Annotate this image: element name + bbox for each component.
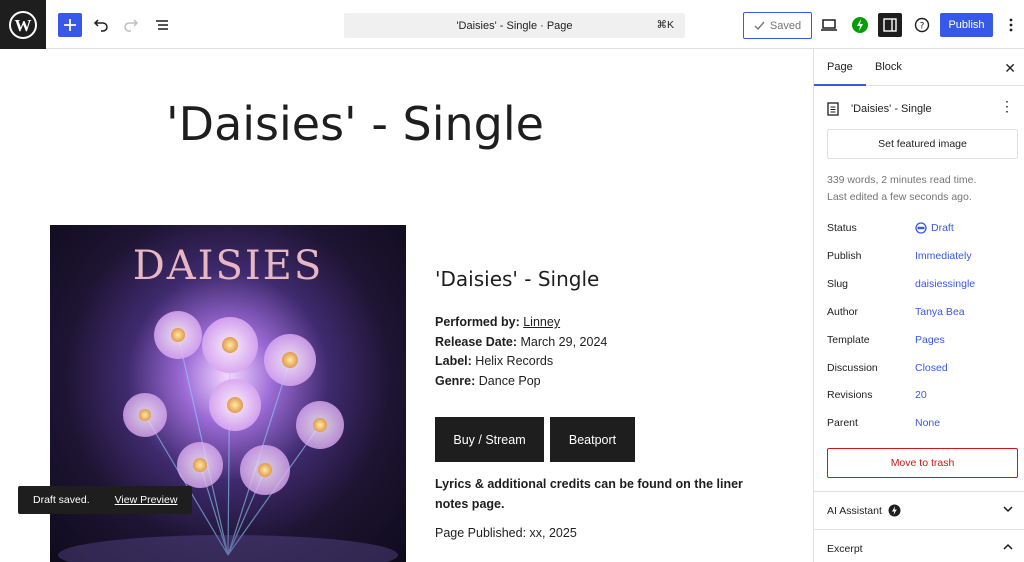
sidebar-tabs: Page Block ✕ bbox=[814, 49, 1024, 86]
release-heading[interactable]: 'Daisies' - Single bbox=[435, 267, 755, 291]
saved-label: Saved bbox=[769, 19, 802, 32]
button-group: Buy / Stream Beatport bbox=[435, 417, 635, 462]
command-palette-bar[interactable]: 'Daisies' - Single · Page ⌘K bbox=[344, 13, 685, 38]
prop-slug: Slug daisiessingle bbox=[827, 278, 976, 290]
prop-discussion: Discussion Closed bbox=[827, 362, 948, 374]
prop-template: Template Pages bbox=[827, 334, 945, 346]
status-value: Draft bbox=[931, 222, 954, 234]
release-info: 'Daisies' - Single Performed by: Linney … bbox=[435, 267, 755, 391]
doc-actions-icon[interactable]: ⋮ bbox=[1000, 99, 1014, 113]
sidebar-icon bbox=[883, 18, 897, 32]
preview-button[interactable] bbox=[817, 13, 841, 37]
discussion-value[interactable]: Closed bbox=[915, 362, 948, 374]
chevron-up-icon bbox=[1003, 543, 1013, 550]
jetpack-small-icon bbox=[888, 504, 901, 517]
prop-publish: Publish Immediately bbox=[827, 250, 972, 262]
undo-button[interactable] bbox=[89, 13, 113, 37]
genre-row: Genre: Dance Pop bbox=[435, 373, 541, 388]
svg-text:W: W bbox=[15, 16, 32, 35]
release-date-row: Release Date: March 29, 2024 bbox=[435, 334, 608, 349]
document-overview-button[interactable] bbox=[150, 13, 174, 37]
wordpress-logo-icon[interactable]: W bbox=[0, 0, 46, 49]
lyrics-note[interactable]: Lyrics & additional credits can be found… bbox=[435, 474, 745, 514]
chevron-down-icon bbox=[1003, 506, 1013, 513]
top-toolbar: W 'Daisies' - Single · Page ⌘K Saved ? P… bbox=[0, 0, 1024, 49]
sidebar-doc-title: 'Daisies' - Single bbox=[851, 103, 932, 115]
saved-button[interactable]: Saved bbox=[743, 12, 812, 39]
undo-icon bbox=[93, 19, 108, 32]
page-title[interactable]: 'Daisies' - Single bbox=[166, 97, 544, 151]
page-icon bbox=[827, 102, 839, 116]
svg-text:?: ? bbox=[920, 22, 925, 32]
publish-button[interactable]: Publish bbox=[940, 13, 993, 37]
document-title: 'Daisies' - Single · Page bbox=[456, 19, 573, 32]
prop-status: Status Draft bbox=[827, 222, 954, 234]
panel-excerpt[interactable]: Excerpt bbox=[814, 529, 1024, 562]
check-icon bbox=[754, 21, 765, 31]
shortcut-hint: ⌘K bbox=[656, 19, 674, 31]
performed-by-row: Performed by: Linney bbox=[435, 315, 561, 329]
label-row: Label: Helix Records bbox=[435, 354, 554, 368]
panel-ai-assistant-label: AI Assistant bbox=[827, 504, 882, 517]
artist-link[interactable]: Linney bbox=[523, 315, 560, 329]
published-text[interactable]: Page Published: xx, 2025 bbox=[435, 526, 577, 540]
revisions-value[interactable]: 20 bbox=[915, 389, 927, 401]
help-button[interactable]: ? bbox=[910, 13, 934, 37]
desktop-icon bbox=[821, 19, 837, 31]
beatport-button[interactable]: Beatport bbox=[550, 417, 635, 462]
tab-page[interactable]: Page bbox=[814, 61, 866, 86]
redo-button[interactable] bbox=[119, 13, 143, 37]
template-value[interactable]: Pages bbox=[915, 334, 945, 346]
panel-excerpt-label: Excerpt bbox=[827, 542, 863, 555]
prop-parent: Parent None bbox=[827, 417, 941, 429]
redo-icon bbox=[124, 19, 139, 32]
publish-value[interactable]: Immediately bbox=[915, 250, 972, 262]
list-view-icon bbox=[156, 20, 168, 30]
snackbar-message: Draft saved. bbox=[33, 494, 90, 506]
settings-toggle-button[interactable] bbox=[878, 13, 902, 37]
jetpack-button[interactable] bbox=[848, 13, 872, 37]
document-summary: 'Daisies' - Single bbox=[827, 101, 1017, 117]
set-featured-image-button[interactable]: Set featured image bbox=[827, 129, 1018, 159]
parent-value[interactable]: None bbox=[915, 417, 940, 429]
prop-revisions: Revisions 20 bbox=[827, 389, 927, 401]
options-menu-button[interactable] bbox=[999, 13, 1023, 37]
panel-ai-assistant[interactable]: AI Assistant bbox=[814, 491, 1024, 529]
close-icon[interactable]: ✕ bbox=[1004, 60, 1016, 77]
prop-author: Author Tanya Bea bbox=[827, 306, 965, 318]
move-to-trash-button[interactable]: Move to trash bbox=[827, 448, 1018, 478]
tab-block[interactable]: Block bbox=[875, 61, 902, 73]
add-block-button[interactable] bbox=[58, 13, 82, 37]
jetpack-icon bbox=[852, 17, 868, 33]
more-vertical-icon bbox=[1009, 18, 1013, 32]
draft-status-icon bbox=[915, 222, 927, 234]
buy-stream-button[interactable]: Buy / Stream bbox=[435, 417, 544, 462]
snackbar: Draft saved. View Preview bbox=[18, 486, 192, 514]
slug-value[interactable]: daisiessingle bbox=[915, 278, 975, 290]
help-icon: ? bbox=[914, 17, 930, 33]
view-preview-link[interactable]: View Preview bbox=[115, 494, 178, 506]
plus-icon bbox=[64, 19, 76, 31]
word-count: 339 words, 2 minutes read time. bbox=[827, 174, 977, 186]
settings-sidebar: Page Block ✕ 'Daisies' - Single ⋮ Set fe… bbox=[813, 49, 1024, 562]
last-edited: Last edited a few seconds ago. bbox=[827, 191, 972, 203]
author-value[interactable]: Tanya Bea bbox=[915, 306, 965, 318]
